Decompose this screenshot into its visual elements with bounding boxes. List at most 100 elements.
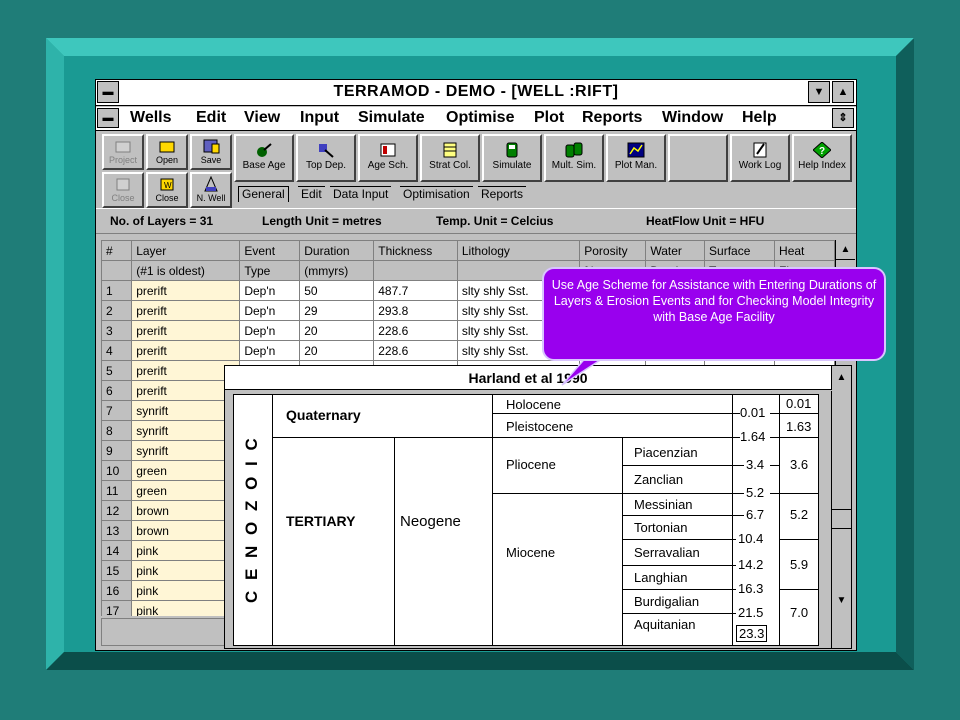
layer-name-cell[interactable]: prerift: [131, 280, 241, 301]
temperature-unit: Temp. Unit = Celcius: [436, 214, 554, 228]
tab-optimisation[interactable]: Optimisation: [400, 186, 473, 202]
stage-aquitanian: Aquitanian: [634, 617, 696, 632]
strat-col-button[interactable]: Strat Col.: [420, 134, 480, 182]
table-cell[interactable]: 487.7: [373, 280, 458, 301]
save-label: Save: [200, 155, 222, 165]
row-number: 16: [101, 580, 133, 601]
tab-edit[interactable]: Edit: [298, 186, 325, 202]
horizontal-scrollbar[interactable]: [101, 618, 226, 646]
top-depth-button[interactable]: Top Dep.: [296, 134, 356, 182]
boundary-age: 5.2: [746, 485, 765, 500]
table-cell[interactable]: 20: [299, 340, 375, 361]
folder-icon: [114, 138, 132, 154]
column-header[interactable]: Water: [645, 240, 706, 261]
column-header[interactable]: #: [101, 240, 133, 261]
work-log-button[interactable]: Work Log: [730, 134, 790, 182]
era-cenozoic-label: C E N O Z O I C: [242, 435, 261, 603]
multi-sim-button[interactable]: Mult. Sim.: [544, 134, 604, 182]
simulate-button[interactable]: Simulate: [482, 134, 542, 182]
stage-zanclian: Zanclian: [634, 472, 684, 487]
layer-name-cell[interactable]: prerift: [131, 320, 241, 341]
age-scheme-scrollbar[interactable]: ▼: [831, 391, 851, 648]
row-number: 5: [101, 360, 133, 381]
menu-wells[interactable]: Wells: [130, 109, 172, 127]
help-index-button[interactable]: ? Help Index: [792, 134, 852, 182]
table-cell[interactable]: 20: [299, 320, 375, 341]
column-header[interactable]: Heat: [774, 240, 835, 261]
boundary-age: 3.4: [746, 457, 765, 472]
table-cell[interactable]: 228.6: [373, 340, 458, 361]
heatflow-unit: HeatFlow Unit = HFU: [646, 214, 765, 228]
base-age-button[interactable]: Base Age: [234, 134, 294, 182]
base-age-label: Base Age: [242, 160, 286, 171]
tab-data-input[interactable]: Data Input: [330, 186, 392, 202]
title-bar: ▬ TERRAMOD - DEMO - [WELL :RIFT] ▼ ▲: [96, 80, 856, 106]
table-cell[interactable]: Dep'n: [239, 280, 301, 301]
table-cell[interactable]: Dep'n: [239, 340, 301, 361]
minimize-icon[interactable]: ▼: [808, 81, 830, 103]
plot-manager-label: Plot Man.: [614, 160, 658, 171]
scroll-thumb[interactable]: [832, 509, 851, 529]
column-subheader: (#1 is oldest): [131, 260, 241, 281]
menu-view[interactable]: View: [244, 109, 280, 127]
column-header[interactable]: Duration: [299, 240, 375, 261]
new-well-label: N. Well: [196, 193, 226, 203]
table-cell[interactable]: Dep'n: [239, 300, 301, 321]
menu-plot[interactable]: Plot: [534, 109, 564, 127]
row-number: 17: [101, 600, 133, 616]
close-project-button[interactable]: Close: [102, 172, 144, 208]
scroll-up-icon[interactable]: ▲: [831, 366, 851, 390]
layer-name-cell[interactable]: prerift: [131, 340, 241, 361]
maximize-icon[interactable]: ▲: [832, 81, 854, 103]
document-menu-icon[interactable]: ▬: [97, 108, 119, 128]
restore-icon[interactable]: ⇕: [832, 108, 854, 128]
plot-manager-button[interactable]: Plot Man.: [606, 134, 666, 182]
age-scheme-button[interactable]: Age Sch.: [358, 134, 418, 182]
scroll-down-arrow-icon[interactable]: ▼: [832, 591, 851, 611]
stage-langhian: Langhian: [634, 570, 688, 585]
duration-value: 5.2: [790, 507, 809, 522]
column-header[interactable]: Thickness: [373, 240, 458, 261]
column-subheader: [101, 260, 133, 281]
age-scheme-title: Harland et al 1990: [225, 366, 831, 390]
tab-general[interactable]: General: [238, 186, 289, 202]
column-header[interactable]: Event: [239, 240, 301, 261]
column-header[interactable]: Lithology: [456, 240, 581, 261]
project-button[interactable]: Project: [102, 134, 144, 170]
column-header[interactable]: Surface: [704, 240, 776, 261]
strat-column-icon: [441, 142, 459, 158]
column-header[interactable]: Layer: [131, 240, 241, 261]
simulate-label: Simulate: [492, 160, 532, 171]
menu-optimise[interactable]: Optimise: [446, 109, 514, 127]
menu-reports[interactable]: Reports: [582, 109, 642, 127]
table-cell[interactable]: Dep'n: [239, 320, 301, 341]
multi-sim-label: Mult. Sim.: [551, 160, 597, 171]
row-number: 14: [101, 540, 133, 561]
new-well-button[interactable]: N. Well: [190, 172, 232, 208]
scroll-up-arrow-icon[interactable]: ▲: [836, 240, 855, 260]
column-header[interactable]: Porosity: [579, 240, 647, 261]
menu-bar: ▬ Wells Edit View Input Simulate Optimis…: [96, 107, 856, 131]
menu-edit[interactable]: Edit: [196, 109, 226, 127]
menu-help[interactable]: Help: [742, 109, 777, 127]
boundary-age: 16.3: [738, 581, 764, 596]
help-index-label: Help Index: [798, 160, 846, 171]
table-cell[interactable]: 293.8: [373, 300, 458, 321]
boundary-age: 14.2: [738, 557, 764, 572]
tab-reports[interactable]: Reports: [478, 186, 527, 202]
table-cell[interactable]: 50: [299, 280, 375, 301]
layer-name-cell[interactable]: prerift: [131, 300, 241, 321]
row-number: 6: [101, 380, 133, 401]
save-button[interactable]: Save: [190, 134, 232, 170]
frame-bevel-left: [46, 38, 64, 670]
table-cell[interactable]: 29: [299, 300, 375, 321]
close-project-label: Close: [111, 193, 135, 203]
menu-window[interactable]: Window: [662, 109, 723, 127]
table-cell[interactable]: 228.6: [373, 320, 458, 341]
menu-simulate[interactable]: Simulate: [358, 109, 425, 127]
save-icon: [202, 138, 220, 154]
close-well-button[interactable]: W Close: [146, 172, 188, 208]
boundary-age: 21.5: [738, 605, 764, 620]
open-button[interactable]: Open: [146, 134, 188, 170]
menu-input[interactable]: Input: [300, 109, 339, 127]
